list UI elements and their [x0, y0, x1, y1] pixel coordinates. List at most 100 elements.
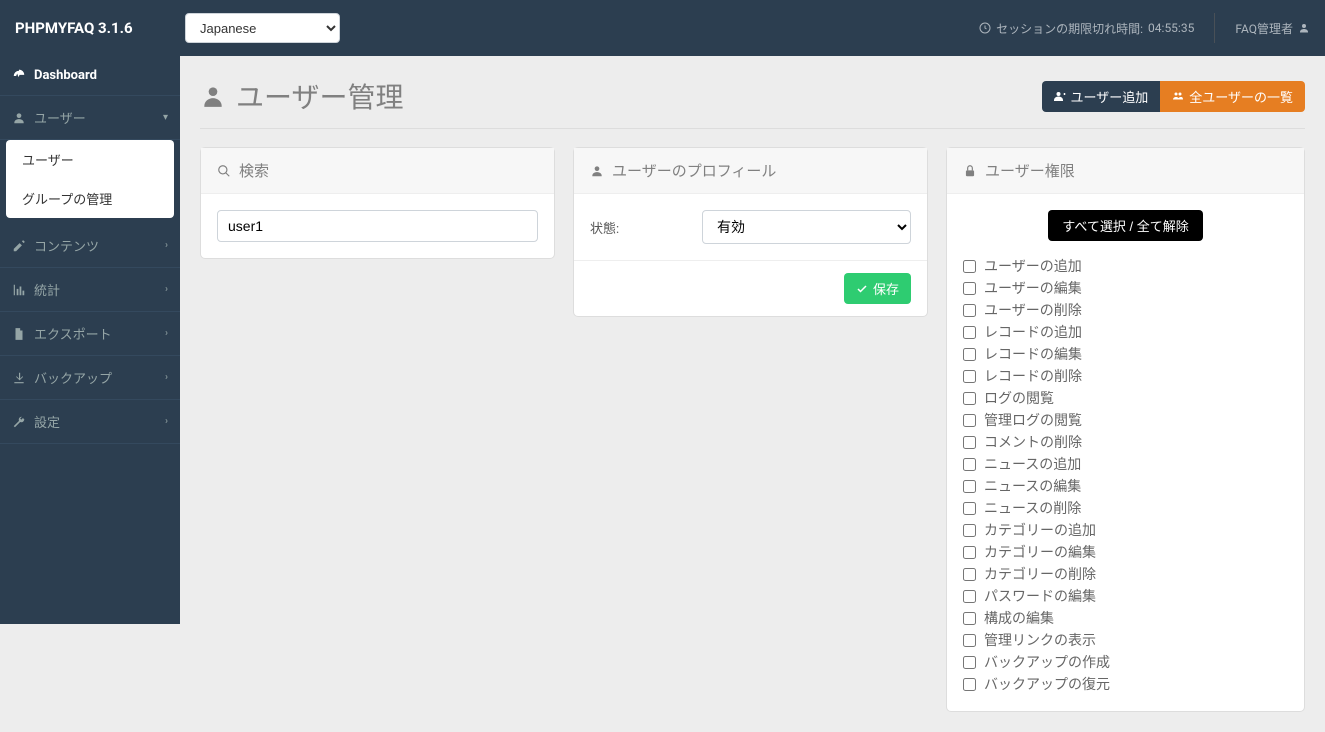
permission-item: パスワードの編集 [963, 585, 1288, 607]
file-icon [12, 327, 26, 341]
wrench-icon [12, 415, 26, 429]
lock-icon [963, 164, 977, 178]
permission-checkbox[interactable] [963, 656, 976, 669]
permission-checkbox[interactable] [963, 392, 976, 405]
nav-label: Dashboard [34, 68, 97, 83]
permission-item: コメントの削除 [963, 431, 1288, 453]
add-user-button[interactable]: ユーザー追加 [1042, 81, 1161, 112]
status-select[interactable]: 有効 [702, 210, 911, 244]
card-title: ユーザー権限 [985, 160, 1075, 181]
nav-label: 設定 [34, 412, 60, 431]
nav-content[interactable]: コンテンツ › [0, 224, 180, 268]
permission-label: レコードの編集 [984, 344, 1082, 364]
user-plus-icon [1054, 90, 1066, 102]
nav-label: バックアップ [34, 368, 112, 387]
search-card: 検索 [200, 147, 555, 259]
permission-checkbox[interactable] [963, 458, 976, 471]
permission-item: バックアップの復元 [963, 673, 1288, 695]
permission-label: パスワードの編集 [984, 586, 1096, 606]
save-button[interactable]: 保存 [844, 273, 911, 304]
subnav-groups[interactable]: グループの管理 [6, 179, 174, 218]
permission-checkbox[interactable] [963, 282, 976, 295]
nav-stats[interactable]: 統計 › [0, 268, 180, 312]
search-icon [217, 164, 231, 178]
permission-label: 管理リンクの表示 [984, 630, 1096, 650]
permission-label: ユーザーの削除 [984, 300, 1082, 320]
nav-users-submenu: ユーザー グループの管理 [6, 140, 174, 218]
nav-export[interactable]: エクスポート › [0, 312, 180, 356]
nav-dashboard[interactable]: Dashboard [0, 56, 180, 96]
permission-item: ログの閲覧 [963, 387, 1288, 409]
permission-checkbox[interactable] [963, 348, 976, 361]
permission-item: ユーザーの追加 [963, 255, 1288, 277]
stats-icon [12, 283, 26, 297]
chevron-right-icon: › [165, 240, 168, 251]
permission-checkbox[interactable] [963, 524, 976, 537]
permission-item: 構成の編集 [963, 607, 1288, 629]
permission-label: レコードの追加 [984, 322, 1082, 342]
users-icon [1172, 90, 1184, 102]
permission-item: レコードの削除 [963, 365, 1288, 387]
brand: PHPMYFAQ 3.1.6 [15, 19, 185, 37]
nav-label: 統計 [34, 280, 60, 299]
divider [1214, 13, 1215, 43]
permission-item: ニュースの削除 [963, 497, 1288, 519]
nav-settings[interactable]: 設定 › [0, 400, 180, 444]
permission-item: 管理ログの閲覧 [963, 409, 1288, 431]
permission-label: カテゴリーの編集 [984, 542, 1096, 562]
permission-label: 構成の編集 [984, 608, 1054, 628]
button-label: 全ユーザーの一覧 [1189, 87, 1293, 106]
chevron-right-icon: › [165, 372, 168, 383]
permission-label: ニュースの削除 [984, 498, 1081, 518]
nav-label: ユーザー [34, 108, 86, 127]
permission-item: カテゴリーの削除 [963, 563, 1288, 585]
chevron-right-icon: › [165, 284, 168, 295]
all-users-button[interactable]: 全ユーザーの一覧 [1160, 81, 1305, 112]
card-title: ユーザーのプロフィール [612, 160, 776, 181]
permission-label: カテゴリーの追加 [984, 520, 1096, 540]
permission-checkbox[interactable] [963, 568, 976, 581]
permission-label: ニュースの編集 [984, 476, 1081, 496]
permission-item: レコードの追加 [963, 321, 1288, 343]
clock-icon [979, 22, 991, 34]
permission-checkbox[interactable] [963, 480, 976, 493]
permission-checkbox[interactable] [963, 260, 976, 273]
permission-label: カテゴリーの削除 [984, 564, 1096, 584]
permission-checkbox[interactable] [963, 436, 976, 449]
profile-card: ユーザーのプロフィール 状態: 有効 保存 [573, 147, 928, 317]
permission-checkbox[interactable] [963, 546, 976, 559]
permission-checkbox[interactable] [963, 326, 976, 339]
download-icon [12, 371, 26, 385]
button-label: ユーザー追加 [1071, 87, 1149, 106]
user-icon [12, 111, 26, 125]
permission-checkbox[interactable] [963, 634, 976, 647]
user-icon [590, 164, 604, 178]
permission-label: バックアップの作成 [984, 652, 1110, 672]
permission-item: レコードの編集 [963, 343, 1288, 365]
permission-checkbox[interactable] [963, 678, 976, 691]
button-label: 保存 [873, 279, 899, 298]
card-title: 検索 [239, 160, 269, 181]
permission-checkbox[interactable] [963, 612, 976, 625]
permission-checkbox[interactable] [963, 370, 976, 383]
permission-label: ユーザーの追加 [984, 256, 1082, 276]
permission-checkbox[interactable] [963, 414, 976, 427]
toggle-all-button[interactable]: すべて選択 / 全て解除 [1048, 210, 1202, 241]
page-title: ユーザー管理 [200, 76, 403, 116]
permission-checkbox[interactable] [963, 590, 976, 603]
permission-checkbox[interactable] [963, 502, 976, 515]
permission-label: コメントの削除 [984, 432, 1082, 452]
language-select[interactable]: Japanese [185, 13, 340, 43]
subnav-users[interactable]: ユーザー [6, 140, 174, 179]
rights-card: ユーザー権限 すべて選択 / 全て解除 ユーザーの追加ユーザーの編集ユーザーの削… [946, 147, 1305, 712]
permission-label: ログの閲覧 [984, 388, 1054, 408]
search-input[interactable] [217, 210, 538, 242]
permission-checkbox[interactable] [963, 304, 976, 317]
permission-label: レコードの削除 [984, 366, 1082, 386]
nav-label: コンテンツ [34, 236, 99, 255]
nav-backup[interactable]: バックアップ › [0, 356, 180, 400]
nav-label: エクスポート [34, 324, 112, 343]
session-expiry: セッションの期限切れ時間: 04:55:35 [979, 20, 1194, 37]
nav-users[interactable]: ユーザー ▾ [0, 96, 180, 140]
admin-link[interactable]: FAQ管理者 [1235, 20, 1310, 37]
